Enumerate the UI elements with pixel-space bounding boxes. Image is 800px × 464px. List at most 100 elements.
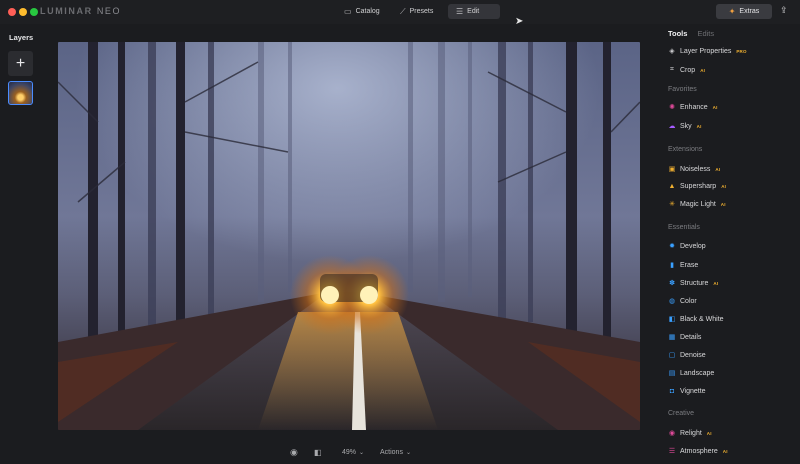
triangle-icon: ▲ xyxy=(668,182,676,190)
structure-icon: ✽ xyxy=(669,280,675,287)
tool-landscape[interactable]: ▤ Landscape xyxy=(668,367,715,379)
tool-label: Erase xyxy=(680,261,699,269)
tab-edit[interactable]: ☰ Edit xyxy=(448,4,500,19)
title-bar: LUMINAR NEO ▭ Catalog ⟋ Presets ☰ Edit ➤… xyxy=(0,0,800,27)
logo-text: LUMINAR xyxy=(40,6,93,16)
tab-edit-label: Edit xyxy=(467,8,480,15)
compare-toggle[interactable]: ◧ xyxy=(314,444,322,460)
minimize-window-button[interactable] xyxy=(19,8,27,16)
zoom-dropdown[interactable]: 49% ⌄ xyxy=(342,444,364,460)
tab-presets-label: Presets xyxy=(409,8,434,15)
tool-details[interactable]: ▦ Details xyxy=(668,331,702,343)
tools-tabs: Tools Edits xyxy=(668,29,714,38)
tool-erase[interactable]: ▮ Erase xyxy=(668,259,698,271)
eye-icon: ◉ xyxy=(290,446,298,457)
tool-label: Develop xyxy=(680,242,706,250)
photo-image xyxy=(58,42,640,430)
bw-icon: ◧ xyxy=(668,316,676,323)
puzzle-icon: ✦ xyxy=(728,7,736,16)
tab-catalog-label: Catalog xyxy=(355,8,380,15)
extras-label: Extras xyxy=(739,8,760,15)
color-icon: ◍ xyxy=(668,298,676,305)
enhance-icon: ✺ xyxy=(669,104,675,111)
tool-enhance[interactable]: ✺ Enhance AI xyxy=(668,101,718,113)
tool-color[interactable]: ◍ Color xyxy=(668,295,697,307)
landscape-icon: ▤ xyxy=(668,370,676,377)
pro-badge: PRO xyxy=(736,48,747,54)
tool-black-white[interactable]: ◧ Black & White xyxy=(668,313,724,325)
layers-icon: ◈ xyxy=(669,48,675,55)
folder-icon: ▭ xyxy=(344,7,352,16)
develop-icon: ✹ xyxy=(669,243,675,250)
tool-denoise[interactable]: ▢ Denoise xyxy=(668,349,706,361)
tab-catalog[interactable]: ▭ Catalog xyxy=(336,4,388,19)
tool-structure[interactable]: ✽ Structure AI xyxy=(668,277,718,289)
tool-crop[interactable]: ⌗ Crop AI xyxy=(668,64,705,76)
ai-badge: AI xyxy=(722,448,728,454)
tool-label: Details xyxy=(680,333,702,341)
tab-tools[interactable]: Tools xyxy=(668,29,687,38)
sliders-icon: ☰ xyxy=(456,7,464,16)
mouse-cursor-icon: ➤ xyxy=(515,16,524,27)
tab-edits[interactable]: Edits xyxy=(697,29,714,38)
tool-label: Relight xyxy=(680,429,702,437)
ai-badge: AI xyxy=(712,104,718,110)
details-icon: ▦ xyxy=(668,334,676,341)
tool-magic-light[interactable]: ✳ Magic Light AI xyxy=(668,198,726,210)
preview-toggle[interactable]: ◉ xyxy=(290,444,298,460)
ai-badge: AI xyxy=(721,183,727,189)
layers-title: Layers xyxy=(9,33,34,42)
extras-button[interactable]: ✦ Extras xyxy=(716,4,772,19)
ai-badge: AI xyxy=(713,280,719,286)
chevron-down-icon: ⌄ xyxy=(359,449,365,456)
tool-supersharp[interactable]: ▲ Supersharp AI xyxy=(668,180,726,192)
tool-vignette[interactable]: ◘ Vignette xyxy=(668,385,706,397)
ai-badge: AI xyxy=(715,166,721,172)
tool-label: Supersharp xyxy=(680,182,717,190)
tool-label: Atmosphere xyxy=(680,447,718,455)
tool-atmosphere[interactable]: ☰ Atmosphere AI xyxy=(668,445,728,457)
tool-noiseless[interactable]: ▣ Noiseless AI xyxy=(668,163,720,175)
layer-thumbnail[interactable] xyxy=(8,81,33,105)
tool-develop[interactable]: ✹ Develop xyxy=(668,240,706,252)
tool-label: Enhance xyxy=(680,103,708,111)
plus-icon: + xyxy=(15,54,26,72)
actions-dropdown[interactable]: Actions ⌄ xyxy=(380,444,411,460)
tool-label: Denoise xyxy=(680,351,706,359)
tool-label: Crop xyxy=(680,66,696,74)
bottom-toolbar: ◉ ◧ 49% ⌄ Actions ⌄ xyxy=(0,444,644,460)
tool-label: Noiseless xyxy=(680,165,711,173)
zoom-value: 49% xyxy=(342,448,357,456)
tool-sky[interactable]: ☁ Sky AI xyxy=(668,120,702,132)
tool-label: Black & White xyxy=(680,315,724,323)
tab-presets[interactable]: ⟋ Presets xyxy=(392,4,441,19)
actions-label: Actions xyxy=(380,448,403,456)
tool-layer-properties[interactable]: ◈ Layer Properties PRO xyxy=(668,45,747,57)
tool-label: Color xyxy=(680,297,697,305)
tool-relight[interactable]: ◉ Relight AI xyxy=(668,427,712,439)
photo-canvas[interactable] xyxy=(58,42,640,430)
app-logo: LUMINAR NEO xyxy=(40,6,121,16)
tool-label: Vignette xyxy=(680,387,706,395)
wand-icon: ⟋ xyxy=(400,6,406,16)
ai-badge: AI xyxy=(706,430,712,436)
section-creative: Creative xyxy=(668,410,695,417)
magic-light-icon: ✳ xyxy=(669,201,675,208)
chevron-down-icon: ⌄ xyxy=(405,449,411,456)
logo-neo-text: NEO xyxy=(96,6,122,16)
layers-panel: Layers + xyxy=(0,24,44,464)
vignette-icon: ◘ xyxy=(669,387,675,395)
atmosphere-icon: ☰ xyxy=(668,448,676,455)
add-layer-button[interactable]: + xyxy=(8,51,33,76)
zoom-window-button[interactable] xyxy=(30,8,38,16)
ai-badge: AI xyxy=(696,123,702,129)
ai-badge: AI xyxy=(700,67,706,73)
denoise-icon: ▢ xyxy=(668,352,676,359)
relight-icon: ◉ xyxy=(668,430,676,437)
tools-panel: Tools Edits ◈ Layer Properties PRO ⌗ Cro… xyxy=(658,24,800,464)
ai-badge: AI xyxy=(720,201,726,207)
tool-label: Layer Properties xyxy=(680,47,732,55)
section-favorites: Favorites xyxy=(668,86,697,93)
share-icon[interactable]: ⇪ xyxy=(780,5,788,16)
close-window-button[interactable] xyxy=(8,8,16,16)
